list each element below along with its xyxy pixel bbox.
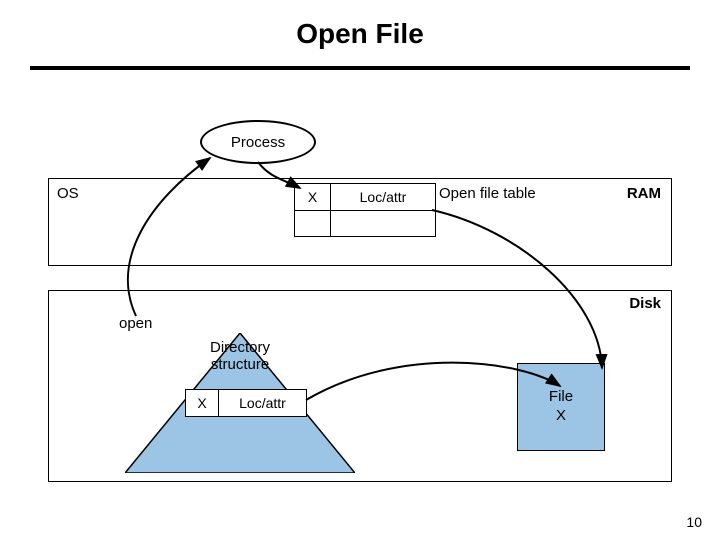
os-label: OS [57,185,79,202]
title-divider [30,66,690,70]
file-name-cell: X [295,184,331,210]
disk-region: Disk open Directory structure X Loc/attr… [48,290,672,482]
open-file-table-label: Open file table [439,185,536,202]
open-file-table: X Loc/attr [294,183,436,237]
ram-label: RAM [627,185,661,202]
directory-entry: X Loc/attr [185,389,307,417]
ram-region: OS RAM Open file table X Loc/attr [48,178,672,266]
directory-structure: Directory structure X Loc/attr [125,333,355,473]
table-row: X Loc/attr [295,184,435,211]
directory-label: Directory structure [125,339,355,374]
dir-loc-attr-cell: Loc/attr [219,390,306,416]
page-number: 10 [686,514,702,530]
empty-cell [331,211,435,237]
slide-title: Open File [0,18,720,50]
slide: Open File Process OS RAM Open file table… [0,0,720,540]
loc-attr-cell: Loc/attr [331,184,435,210]
dir-name-cell: X [186,390,219,416]
process-node: Process [200,120,316,164]
empty-cell [295,211,331,237]
disk-label: Disk [629,295,661,312]
open-call-label: open [119,315,152,332]
file-block: File X [517,363,605,451]
process-label: Process [231,134,285,151]
table-row [295,211,435,237]
